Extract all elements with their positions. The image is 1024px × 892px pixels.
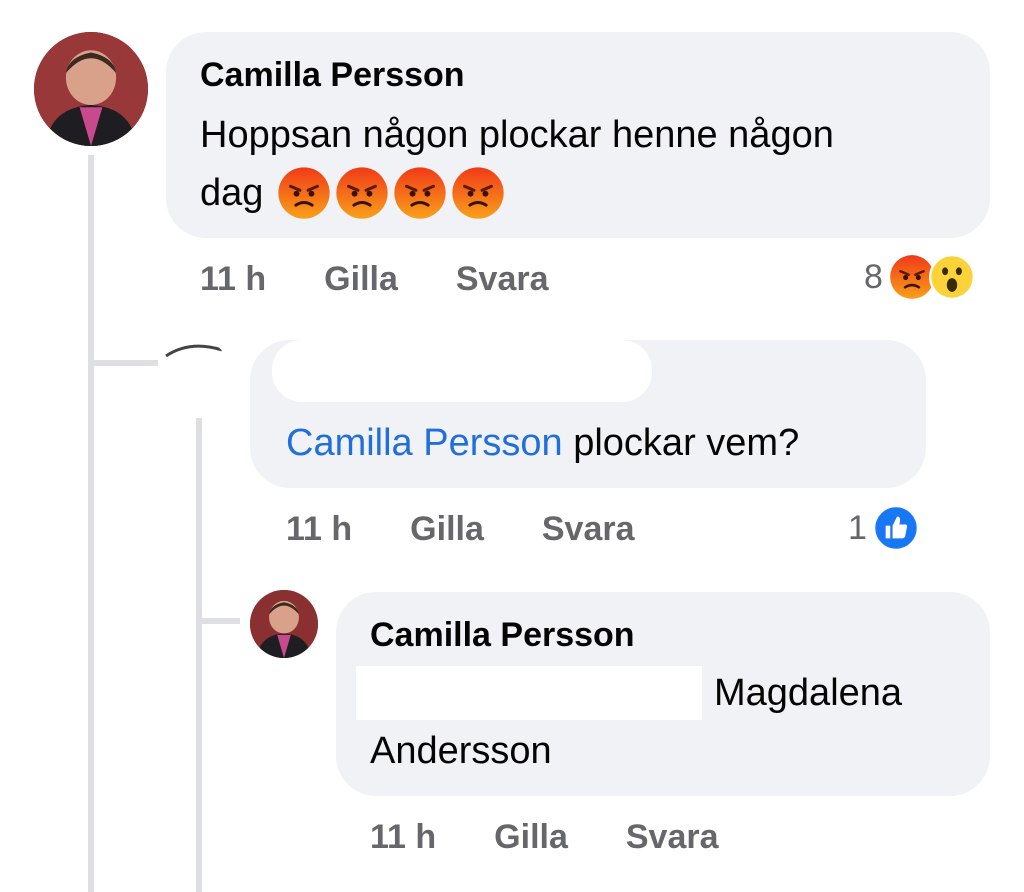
redacted-author [272, 340, 652, 402]
avatar-photo-redacted [165, 344, 223, 358]
comment-text-word: dag [200, 172, 264, 214]
mention-link[interactable]: Camilla Persson [286, 422, 563, 464]
comment-actions: 11 h Gilla Svara [200, 260, 607, 299]
avatar[interactable] [34, 32, 148, 146]
reply-button[interactable]: Svara [626, 818, 719, 857]
like-icon [872, 505, 919, 551]
like-button[interactable]: Gilla [324, 260, 398, 299]
like-button[interactable]: Gilla [494, 818, 568, 857]
comment-actions: 11 h Gilla Svara [370, 818, 777, 857]
avatar[interactable] [250, 590, 318, 658]
comment-text-line: Hoppsan någon plockar henne någon [200, 114, 834, 156]
avatar-photo [250, 590, 318, 658]
comment-timestamp[interactable]: 11 h [200, 260, 266, 299]
comment-text: Camilla Persson plockar vem? [286, 414, 799, 472]
comment-author[interactable]: Camilla Persson [200, 56, 465, 95]
comment-text: Hoppsan någon plockar henne någon dag [200, 106, 834, 222]
comment-author[interactable]: Camilla Persson [370, 616, 635, 655]
reaction-count: 8 [864, 257, 883, 296]
angry-face-icon [336, 167, 389, 219]
comment-actions: 11 h Gilla Svara [286, 510, 693, 549]
angry-face-icon [452, 167, 505, 219]
avatar-photo [34, 32, 148, 146]
angry-face-icon [278, 167, 331, 219]
reply-button[interactable]: Svara [456, 260, 549, 299]
comment-text-line: Magdalena [714, 672, 903, 714]
comment-text-line: dag [200, 164, 834, 222]
reaction-count: 1 [848, 508, 867, 547]
surprised-face-icon [928, 254, 975, 300]
comment-timestamp[interactable]: 11 h [370, 818, 436, 857]
thread-connector-reply2 [196, 618, 240, 624]
like-button[interactable]: Gilla [410, 510, 484, 549]
avatar-redacted[interactable] [160, 338, 230, 408]
thread-connector-reply1 [88, 360, 158, 366]
reaction-summary[interactable]: 8 [864, 254, 975, 300]
thread-line-main [88, 155, 94, 892]
redacted-mention [356, 666, 702, 720]
thread-line-reply [196, 418, 202, 892]
comment-text-body: plockar vem? [573, 422, 800, 464]
comment-text-line: Andersson [370, 730, 552, 772]
comment-timestamp[interactable]: 11 h [286, 510, 352, 549]
reply-button[interactable]: Svara [542, 510, 635, 549]
angry-face-icon [394, 167, 447, 219]
reaction-summary[interactable]: 1 [848, 505, 919, 551]
